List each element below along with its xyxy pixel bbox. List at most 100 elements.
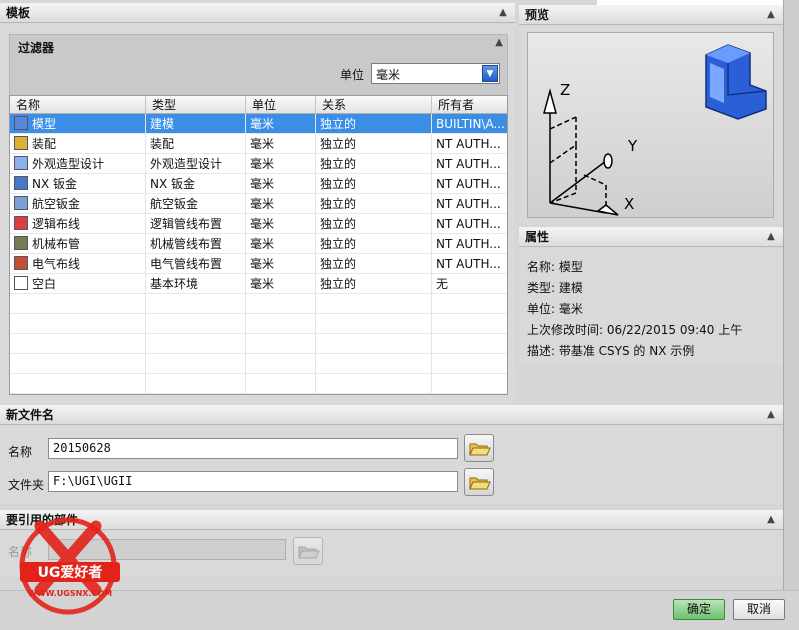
property-modified: 上次修改时间: 06/22/2015 09:40 上午 [527, 323, 743, 337]
browse-referenced-button[interactable] [293, 537, 323, 565]
cell-type: 建模 [146, 114, 246, 133]
model-icon [14, 116, 28, 130]
assembly-icon [14, 136, 28, 150]
cell-name: 空白 [10, 274, 146, 293]
cell-empty [246, 374, 316, 393]
row-name-text: 外观造型设计 [32, 157, 105, 171]
folder-label: 文件夹 [8, 478, 45, 492]
column-header-relation[interactable]: 关系 [316, 96, 432, 113]
folder-input[interactable]: F:\UGI\UGII [48, 471, 458, 492]
collapse-icon[interactable]: ▲ [763, 7, 779, 22]
mechanical-routing-icon [14, 236, 28, 250]
column-header-owner[interactable]: 所有者 [432, 96, 507, 113]
cell-type: 基本环境 [146, 274, 246, 293]
cell-type: 外观造型设计 [146, 154, 246, 173]
collapse-icon[interactable]: ▲ [763, 512, 779, 527]
cell-relation: 独立的 [316, 174, 432, 193]
property-description: 描述: 带基准 CSYS 的 NX 示例 [527, 344, 695, 358]
column-header-unit[interactable]: 单位 [246, 96, 316, 113]
cell-empty [10, 374, 146, 393]
collapse-icon[interactable]: ▲ [763, 229, 779, 244]
collapse-icon[interactable]: ▲ [495, 5, 511, 20]
cell-empty [432, 314, 507, 333]
cell-type: 逻辑管线布置 [146, 214, 246, 233]
electrical-routing-icon [14, 256, 28, 270]
cell-unit: 毫米 [246, 214, 316, 233]
collapse-icon[interactable]: ▲ [763, 407, 779, 422]
cell-empty [316, 354, 432, 373]
logical-routing-icon [14, 216, 28, 230]
ug-watermark-logo: UG爱好者 WWW.UGSNX.COM [10, 506, 130, 616]
cell-empty [316, 374, 432, 393]
cell-type: 机械管线布置 [146, 234, 246, 253]
table-row[interactable]: 装配 装配 毫米 独立的 NT AUTH... [10, 134, 507, 154]
filter-collapse-icon[interactable]: ▲ [495, 37, 503, 48]
cell-owner: NT AUTH... [436, 157, 501, 171]
name-input[interactable]: 20150628 [48, 438, 458, 459]
table-row[interactable]: 电气布线 电气管线布置 毫米 独立的 NT AUTH... [10, 254, 507, 274]
cell-empty [316, 334, 432, 353]
properties-panel: 名称: 模型 类型: 建模 单位: 毫米 上次修改时间: 06/22/2015 … [519, 248, 783, 366]
browse-folder-button[interactable] [464, 468, 494, 496]
table-row[interactable]: 外观造型设计 外观造型设计 毫米 独立的 NT AUTH... [10, 154, 507, 174]
template-table: 名称 类型 单位 关系 所有者 模型 建模 毫米 独立的 BUILTIN\A... 装配装… [9, 95, 508, 395]
cell-name: 装配 [10, 134, 146, 153]
model-block-icon [705, 44, 767, 120]
cell-owner: NT AUTH... [436, 257, 501, 271]
row-name-text: 电气布线 [32, 257, 81, 271]
watermark-brand-text: UG爱好者 [38, 564, 103, 581]
cell-relation: 独立的 [316, 274, 432, 293]
chevron-down-icon[interactable]: ▼ [482, 65, 498, 82]
cell-owner: 无 [436, 277, 449, 291]
table-row[interactable]: NX 钣金 NX 钣金 毫米 独立的 NT AUTH... [10, 174, 507, 194]
cell-unit: 毫米 [246, 274, 316, 293]
table-row[interactable]: 航空钣金 航空钣金 毫米 独立的 NT AUTH... [10, 194, 507, 214]
cell-name: 模型 [10, 114, 146, 133]
table-header: 名称 类型 单位 关系 所有者 [10, 96, 507, 114]
cell-unit: 毫米 [246, 114, 316, 133]
preview-image: Z Y X [527, 32, 774, 218]
z-axis-label: Z [560, 81, 570, 99]
preview-section-title: 预览 [525, 8, 550, 22]
y-axis-label: Y [627, 137, 638, 155]
template-section-header[interactable]: 模板 ▲ [0, 3, 515, 23]
shape-studio-icon [14, 156, 28, 170]
property-type: 类型: 建模 [527, 281, 583, 295]
browse-name-button[interactable] [464, 434, 494, 462]
cell-type: NX 钣金 [146, 174, 246, 193]
table-row[interactable]: 逻辑布线 逻辑管线布置 毫米 独立的 NT AUTH... [10, 214, 507, 234]
table-body: 模型 建模 毫米 独立的 BUILTIN\A... 装配 装配 毫米 独立的 NT AUTH...… [10, 114, 507, 394]
column-header-type[interactable]: 类型 [146, 96, 246, 113]
cell-empty [432, 294, 507, 313]
cancel-button[interactable]: 取消 [733, 599, 785, 620]
name-label: 名称 [8, 445, 33, 459]
cell-empty [10, 314, 146, 333]
cell-empty [146, 374, 246, 393]
template-section-title: 模板 [6, 6, 31, 20]
table-row[interactable]: 机械布管 机械管线布置 毫米 独立的 NT AUTH... [10, 234, 507, 254]
ok-button[interactable]: 确定 [673, 599, 725, 620]
column-header-name[interactable]: 名称 [10, 96, 146, 113]
cell-owner: NT AUTH... [436, 137, 501, 151]
cell-empty [316, 294, 432, 313]
table-row[interactable]: 空白 基本环境 毫米 独立的无 [10, 274, 507, 294]
table-row[interactable]: 模型 建模 毫米 独立的 BUILTIN\A... [10, 114, 507, 134]
unit-select[interactable]: 毫米 ▼ [371, 63, 500, 84]
row-name-text: 装配 [32, 137, 57, 151]
cell-relation: 独立的 [316, 134, 432, 153]
cell-unit: 毫米 [246, 194, 316, 213]
cell-type: 电气管线布置 [146, 254, 246, 273]
cell-relation: 独立的 [316, 254, 432, 273]
unit-select-value: 毫米 [376, 68, 401, 82]
preview-section-header[interactable]: 预览 ▲ [519, 5, 783, 25]
cell-name: 电气布线 [10, 254, 146, 273]
dialog-right-edge [783, 0, 799, 590]
blank-icon [14, 276, 28, 290]
properties-section-header[interactable]: 属性 ▲ [519, 227, 783, 247]
sheet-metal-icon [14, 176, 28, 190]
cell-relation: 独立的 [316, 234, 432, 253]
row-name-text: 航空钣金 [32, 197, 81, 211]
row-name-text: NX 钣金 [32, 177, 78, 191]
new-file-section-header[interactable]: 新文件名 ▲ [0, 405, 783, 425]
cell-empty [246, 314, 316, 333]
